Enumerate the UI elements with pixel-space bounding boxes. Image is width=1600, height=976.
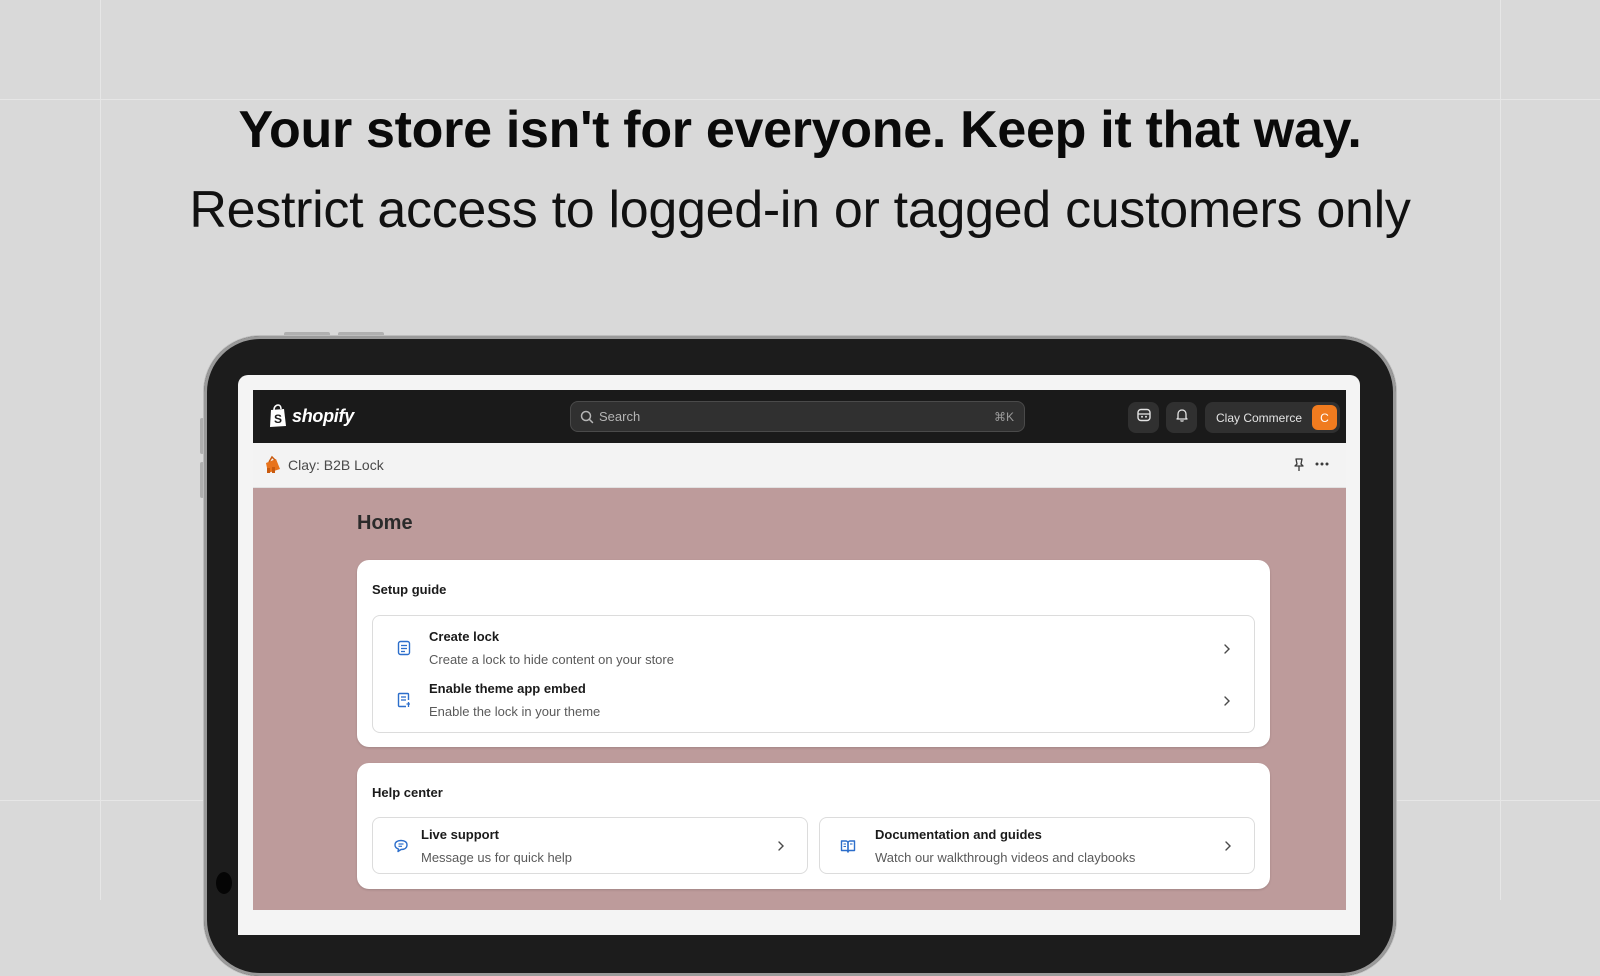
svg-text:S: S [274,412,282,426]
camera [216,872,232,894]
store-name: Clay Commerce [1216,410,1303,425]
pin-icon[interactable] [1292,457,1306,473]
shopify-logo[interactable]: S shopify [268,404,354,428]
sidekick-icon [1136,407,1152,428]
search-input[interactable]: Search ⌘K [570,401,1025,432]
chat-icon [393,838,409,854]
search-icon [580,410,594,424]
setup-item-create-lock[interactable]: Create lock Create a lock to hide conten… [373,618,1254,670]
chevron-right-icon [1222,694,1232,706]
setup-guide-title: Setup guide [372,582,447,597]
book-icon [840,838,856,854]
help-item-title: Live support [421,827,500,842]
shopify-logo-text: shopify [292,405,354,426]
page-title: Home [357,512,413,534]
setup-guide-list: Create lock Create a lock to hide conten… [372,615,1255,733]
help-item-title: Documentation and guides [875,827,1042,842]
setup-item-subtitle: Enable the lock in your theme [429,704,601,719]
help-item-live-support[interactable]: Live support Message us for quick help [372,817,808,874]
note-icon [396,640,412,656]
search-placeholder: Search [599,409,641,424]
bell-icon [1174,407,1190,428]
more-actions-icon[interactable] [1313,455,1331,473]
shopify-bag-icon: S [268,404,288,428]
help-item-documentation[interactable]: Documentation and guides Watch our walkt… [819,817,1255,874]
setup-item-subtitle: Create a lock to hide content on your st… [429,652,674,667]
hero-title: Your store isn't for everyone. Keep it t… [238,101,1362,159]
setup-item-title: Create lock [429,629,500,644]
theme-embed-icon [396,692,412,708]
tablet-screen: S shopify Search ⌘K Clay Commerce C Clay… [253,390,1346,910]
app-title: Clay: B2B Lock [288,457,384,473]
help-center-title: Help center [372,785,443,800]
app-header: Clay: B2B Lock [253,443,1346,488]
help-item-subtitle: Watch our walkthrough videos and clayboo… [875,850,1136,865]
setup-item-enable-embed[interactable]: Enable theme app embed Enable the lock i… [373,672,1254,724]
shopify-topbar: S shopify Search ⌘K Clay Commerce C [253,390,1346,443]
store-menu-button[interactable]: Clay Commerce C [1205,402,1340,433]
chevron-right-icon [1223,839,1233,851]
avatar: C [1312,405,1337,430]
search-shortcut: ⌘K [993,409,1014,424]
chevron-right-icon [776,839,786,851]
hero-subtitle: Restrict access to logged-in or tagged c… [189,181,1411,239]
setup-guide-card: Setup guide Create lock Create a lock to… [357,560,1270,747]
help-center-card: Help center Live support Message us for … [357,763,1270,889]
notifications-button[interactable] [1166,402,1197,433]
help-item-subtitle: Message us for quick help [421,850,573,865]
chevron-right-icon [1222,642,1232,654]
app-logo-icon [263,455,283,475]
sidekick-button[interactable] [1128,402,1159,433]
setup-item-title: Enable theme app embed [429,681,586,696]
